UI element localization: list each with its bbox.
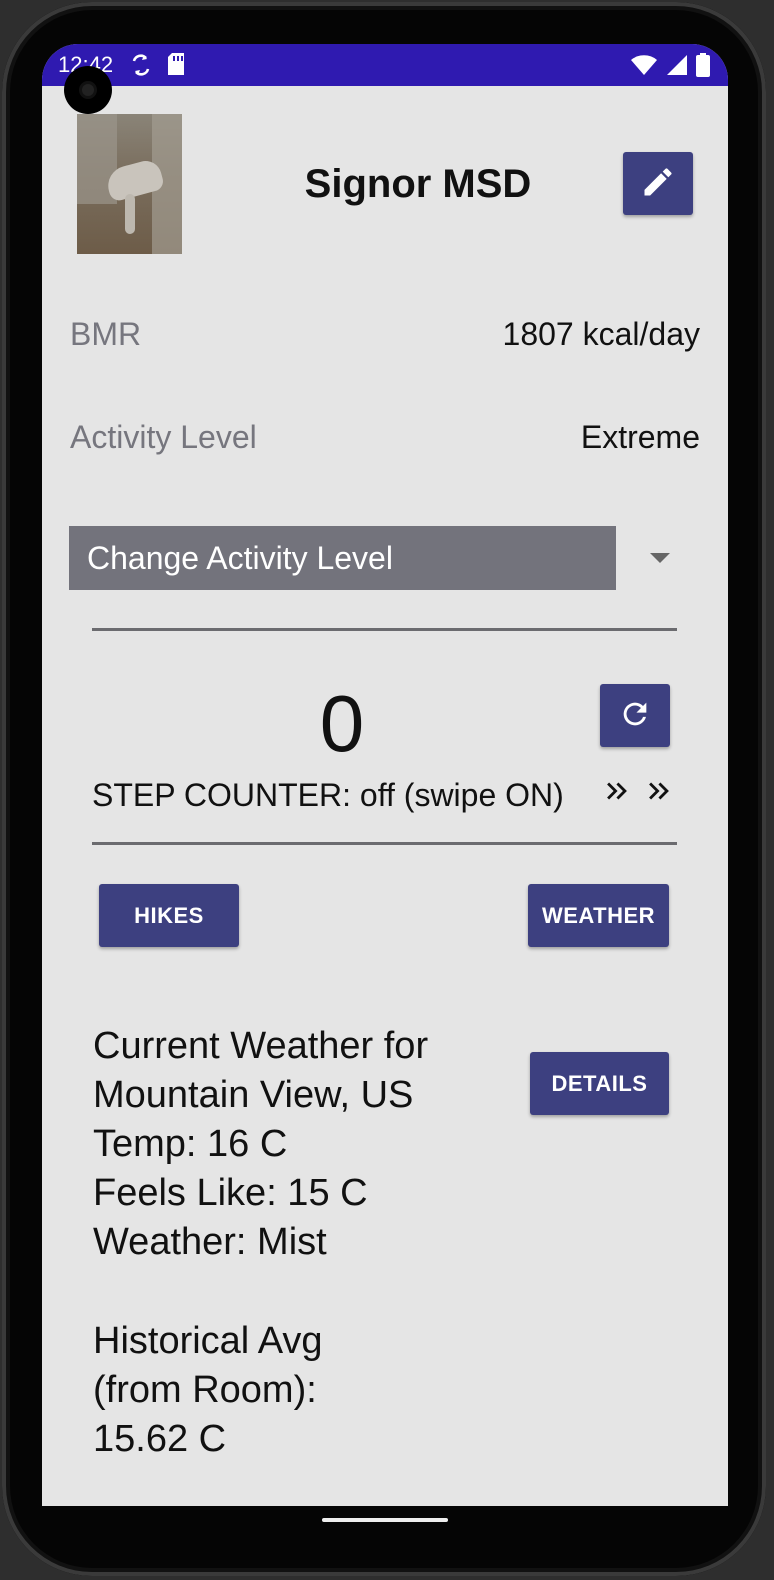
step-counter-label: STEP COUNTER: off (swipe ON)	[92, 777, 564, 813]
home-gesture-bar[interactable]	[322, 1518, 448, 1522]
historical-label-line1: Historical Avg	[93, 1320, 323, 1362]
details-button[interactable]: DETAILS	[530, 1052, 669, 1115]
historical-label-line2: (from Room):	[93, 1369, 317, 1411]
weather-title-line1: Current Weather for	[93, 1025, 429, 1067]
current-weather: Current Weather for Mountain View, US Te…	[93, 1022, 428, 1267]
pencil-icon	[640, 164, 676, 203]
wifi-icon	[630, 54, 658, 81]
battery-icon	[696, 53, 710, 82]
weather-button[interactable]: WEATHER	[528, 884, 669, 947]
refresh-icon	[618, 697, 652, 734]
sd-card-icon	[166, 52, 186, 83]
weather-location: Mountain View, US	[93, 1074, 414, 1116]
profile-name: Signor MSD	[304, 162, 532, 206]
bmr-label: BMR	[70, 316, 142, 352]
status-left-icons	[130, 52, 186, 83]
divider-top	[92, 628, 677, 631]
double-chevron-right-icon	[642, 774, 676, 813]
reset-steps-button[interactable]	[600, 684, 670, 747]
front-camera	[64, 66, 112, 114]
historical-value: 15.62 C	[93, 1418, 227, 1460]
dropdown-arrow-icon[interactable]	[650, 553, 670, 563]
hikes-button[interactable]: HIKES	[99, 884, 239, 947]
app-screen: 12:42 Signor MSD BMR 1807 kcal/day Activ…	[42, 44, 728, 1506]
historical-average: Historical Avg (from Room): 15.62 C	[93, 1317, 323, 1464]
weather-feels-like: Feels Like: 15 C	[93, 1172, 368, 1214]
bmr-value: 1807 kcal/day	[502, 316, 700, 352]
weather-condition: Weather: Mist	[93, 1221, 327, 1263]
signal-icon	[666, 54, 688, 81]
sync-icon	[130, 52, 152, 83]
double-chevron-right-icon	[600, 774, 634, 813]
swipe-toggle[interactable]	[600, 774, 676, 813]
status-right-icons	[630, 53, 710, 82]
weather-temp: Temp: 16 C	[93, 1123, 288, 1165]
activity-level-spinner[interactable]: Change Activity Level	[69, 526, 616, 590]
status-bar: 12:42	[42, 44, 728, 86]
activity-level-label: Activity Level	[70, 419, 257, 455]
phone-frame: 12:42 Signor MSD BMR 1807 kcal/day Activ…	[2, 2, 766, 1576]
activity-level-value: Extreme	[580, 419, 700, 455]
edit-profile-button[interactable]	[623, 152, 693, 215]
spinner-selected-text: Change Activity Level	[87, 539, 393, 576]
step-count: 0	[319, 679, 365, 768]
divider-bottom	[92, 842, 677, 845]
